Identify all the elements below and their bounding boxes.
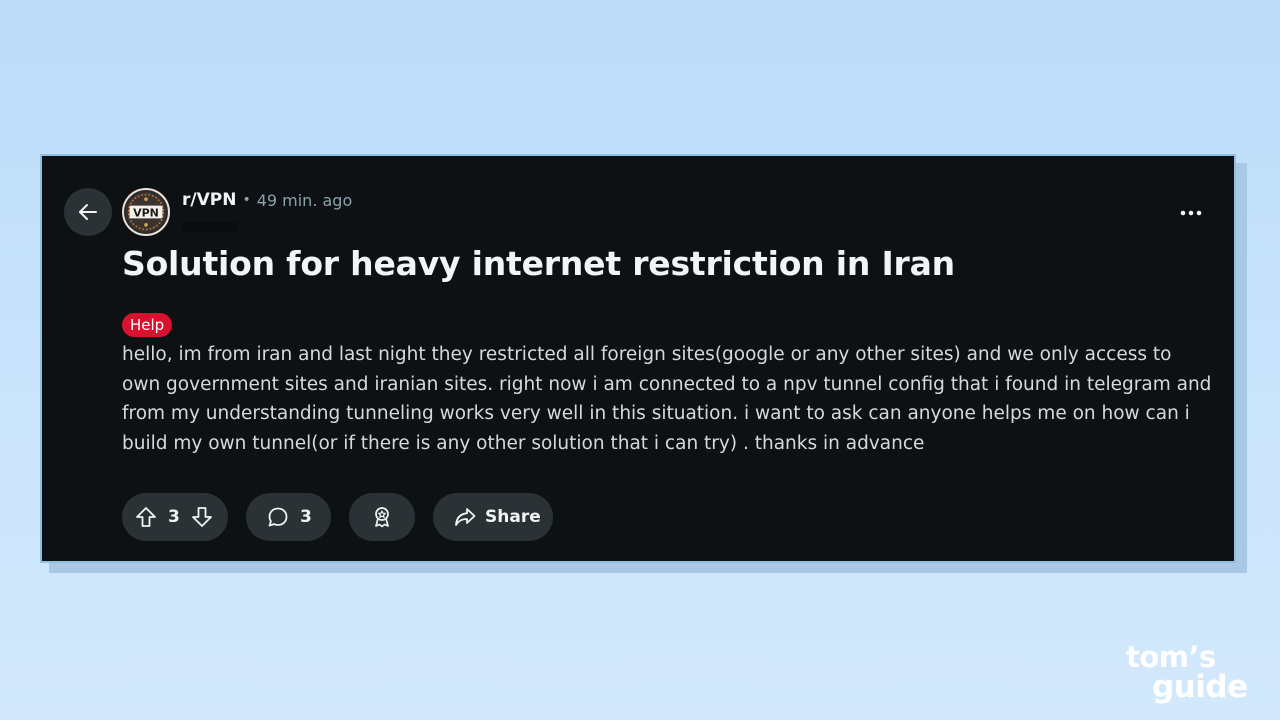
arrow-up-icon[interactable]	[134, 505, 158, 529]
reddit-post-card: VPN r/VPN • 49 min. ago Solution for hea…	[40, 154, 1236, 563]
share-button[interactable]: Share	[433, 493, 553, 541]
post-body: hello, im from iran and last night they …	[122, 344, 1212, 454]
post-actions: 3 3 Share	[122, 493, 553, 541]
meta-separator: •	[242, 192, 251, 208]
post-time: 49 min. ago	[256, 190, 353, 210]
arrow-down-icon[interactable]	[190, 505, 214, 529]
back-button[interactable]	[64, 188, 112, 236]
share-arrow-icon	[455, 508, 476, 526]
author-redacted	[182, 222, 238, 232]
watermark-line-2: guide	[1152, 669, 1248, 705]
speech-bubble-icon	[268, 507, 288, 527]
watermark-line-1: tom’s	[1126, 640, 1216, 674]
flair-badge[interactable]: Help	[122, 313, 173, 337]
toms-guide-watermark: tom’s guide	[1126, 640, 1248, 705]
avatar-text: VPN	[133, 207, 159, 220]
subreddit-link[interactable]: r/VPN	[182, 190, 236, 210]
comment-count: 3	[300, 507, 312, 527]
subreddit-avatar[interactable]: VPN	[122, 188, 170, 236]
ellipsis-icon	[1180, 210, 1202, 216]
vote-group: 3	[122, 493, 228, 541]
arrow-left-icon	[79, 204, 97, 220]
share-label: Share	[485, 507, 541, 527]
award-button[interactable]	[349, 493, 415, 541]
comments-button[interactable]: 3	[246, 493, 331, 541]
post-title[interactable]: Solution for heavy internet restriction …	[122, 244, 955, 283]
award-ribbon-icon	[375, 507, 389, 528]
more-options-button[interactable]	[1176, 198, 1206, 228]
post-meta: r/VPN • 49 min. ago	[182, 190, 352, 210]
vote-count: 3	[168, 507, 180, 527]
